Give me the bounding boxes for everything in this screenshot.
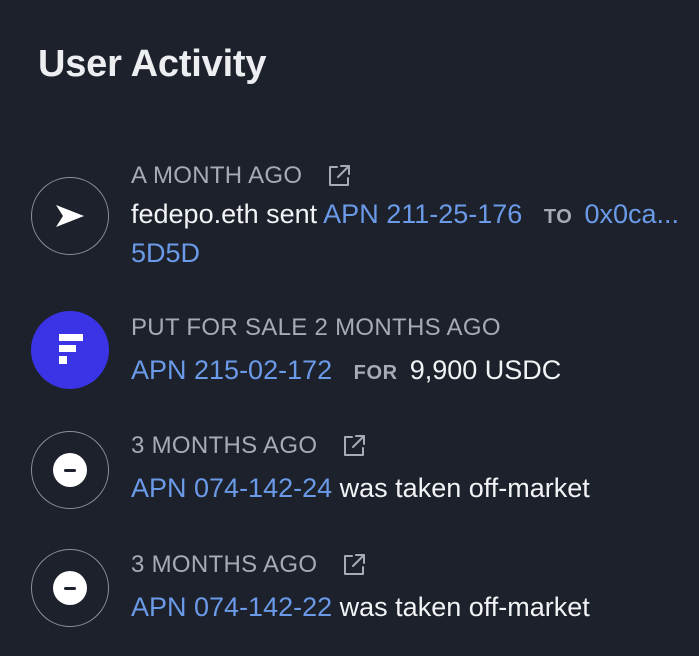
- activity-description: APN 074-142-22 was taken off-market: [131, 588, 590, 626]
- recipient-link[interactable]: 0x0ca...: [584, 199, 679, 229]
- activity-description: APN 215-02-172 FOR 9,900 USDC: [131, 351, 561, 392]
- off-market-icon: [31, 431, 109, 509]
- external-link-icon[interactable]: [341, 552, 367, 578]
- asset-link[interactable]: APN 074-142-24: [131, 473, 332, 503]
- minus-circle-icon: [53, 571, 87, 605]
- send-icon: [31, 177, 109, 255]
- asset-link[interactable]: APN 074-142-22: [131, 592, 332, 622]
- activity-time-label: 3 MONTHS AGO: [131, 432, 318, 459]
- activity-description: APN 074-142-24 was taken off-market: [131, 469, 590, 507]
- platform-logo-glyph: [59, 334, 83, 364]
- keyword-to: TO: [543, 206, 573, 228]
- asset-link[interactable]: APN 215-02-172: [131, 355, 332, 385]
- activity-time: 3 MONTHS AGO: [131, 550, 367, 580]
- minus-circle-icon: [53, 453, 87, 487]
- activity-time-label: 3 MONTHS AGO: [131, 551, 318, 578]
- activity-time: PUT FOR SALE 2 MONTHS AGO: [131, 313, 501, 343]
- platform-logo: [31, 311, 109, 389]
- activity-time: A MONTH AGO: [131, 161, 352, 191]
- action-text: was taken off-market: [339, 592, 590, 622]
- external-link-icon[interactable]: [326, 163, 352, 189]
- off-market-icon: [31, 549, 109, 627]
- activity-description-continued: 5D5D: [131, 234, 200, 272]
- panel-title: User Activity: [38, 43, 267, 85]
- keyword-for: FOR: [353, 362, 398, 384]
- user-activity-panel: User Activity A MONTH AGO fedepo.eth sen…: [0, 0, 699, 656]
- action-text: was taken off-market: [339, 473, 590, 503]
- send-icon-glyph: [56, 205, 84, 227]
- activity-time: 3 MONTHS AGO: [131, 431, 367, 461]
- recipient-link-continued[interactable]: 5D5D: [131, 238, 200, 268]
- asset-link[interactable]: APN 211-25-176: [323, 199, 522, 229]
- activity-time-label: PUT FOR SALE 2 MONTHS AGO: [131, 314, 501, 341]
- actor-text: fedepo.eth sent: [131, 199, 318, 229]
- activity-time-label: A MONTH AGO: [131, 162, 303, 189]
- price-text: 9,900 USDC: [409, 355, 562, 385]
- activity-description: fedepo.eth sent APN 211-25-176 TO 0x0ca..…: [131, 195, 679, 236]
- external-link-icon[interactable]: [341, 433, 367, 459]
